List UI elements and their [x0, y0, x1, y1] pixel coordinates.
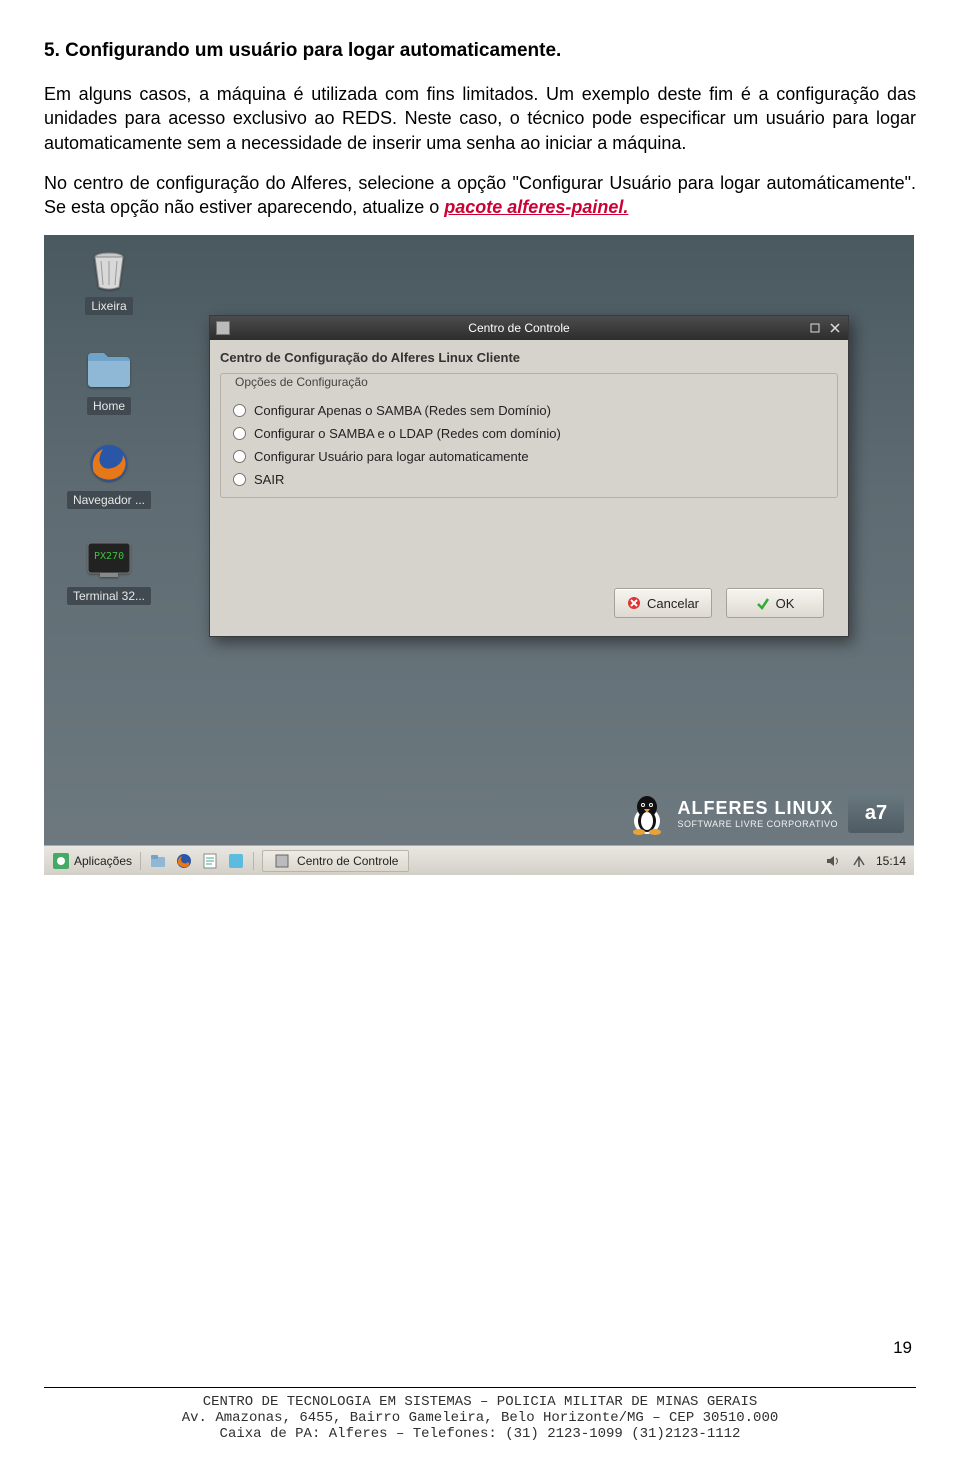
- radio-label: SAIR: [254, 472, 284, 487]
- brand-tagline: SOFTWARE LIVRE CORPORATIVO: [677, 819, 838, 829]
- desktop-icon-label: Lixeira: [85, 297, 132, 315]
- menu-label: Aplicações: [74, 854, 132, 868]
- package-link[interactable]: pacote alferes-painel.: [444, 197, 628, 217]
- folder-icon: [85, 345, 133, 393]
- control-center-window: Centro de Controle Centro de Configuraçã…: [209, 315, 849, 637]
- dialog-section-title: Centro de Configuração do Alferes Linux …: [220, 350, 838, 365]
- brand-badge: a7: [848, 793, 904, 833]
- terminal-icon: PX270: [85, 535, 133, 583]
- page-footer: CENTRO DE TECNOLOGIA EM SISTEMAS – POLIC…: [44, 1387, 916, 1442]
- taskbar: Aplicações Centro de Controle: [44, 845, 914, 875]
- desktop-icon-label: Home: [87, 397, 131, 415]
- desktop-icon-terminal[interactable]: PX270 Terminal 32...: [64, 535, 154, 605]
- cancel-button[interactable]: Cancelar: [614, 588, 712, 618]
- firefox-icon: [85, 439, 133, 487]
- radio-label: Configurar o SAMBA e o LDAP (Redes com d…: [254, 426, 561, 441]
- ok-button[interactable]: OK: [726, 588, 824, 618]
- desktop-icon-home[interactable]: Home: [64, 345, 154, 415]
- section-heading: 5. Configurando um usuário para logar au…: [44, 40, 916, 62]
- radio-icon: [233, 404, 246, 417]
- radio-icon: [233, 450, 246, 463]
- desktop-icon-trash[interactable]: Lixeira: [64, 245, 154, 315]
- footer-line-1: CENTRO DE TECNOLOGIA EM SISTEMAS – POLIC…: [44, 1387, 916, 1410]
- trash-icon: [85, 245, 133, 293]
- penguin-icon: [627, 791, 667, 835]
- cancel-icon: [627, 596, 641, 610]
- editor-tray-icon[interactable]: [201, 852, 219, 870]
- radio-icon: [233, 473, 246, 486]
- firefox-tray-icon[interactable]: [175, 852, 193, 870]
- radio-option-samba-ldap[interactable]: Configurar o SAMBA e o LDAP (Redes com d…: [233, 422, 825, 445]
- taskbar-window-button[interactable]: Centro de Controle: [262, 850, 409, 872]
- radio-option-samba[interactable]: Configurar Apenas o SAMBA (Redes sem Dom…: [233, 399, 825, 422]
- taskbar-separator: [140, 852, 141, 870]
- svg-text:PX270: PX270: [94, 551, 124, 562]
- window-titlebar[interactable]: Centro de Controle: [210, 316, 848, 340]
- radio-option-exit[interactable]: SAIR: [233, 468, 825, 491]
- close-icon[interactable]: [828, 322, 842, 334]
- ok-icon: [756, 596, 770, 610]
- app-tray-icon[interactable]: [227, 852, 245, 870]
- window-title: Centro de Controle: [236, 321, 802, 335]
- maximize-icon[interactable]: [808, 322, 822, 334]
- desktop-icon-label: Navegador ...: [67, 491, 151, 509]
- brand-name: ALFERES LINUX: [677, 798, 838, 819]
- footer-line-2: Av. Amazonas, 6455, Bairro Gameleira, Be…: [44, 1410, 916, 1426]
- footer-line-3: Caixa de PA: Alferes – Telefones: (31) 2…: [44, 1426, 916, 1442]
- paragraph-2: No centro de configuração do Alferes, se…: [44, 171, 916, 220]
- paragraph-1: Em alguns casos, a máquina é utilizada c…: [44, 82, 916, 155]
- network-icon[interactable]: [850, 852, 868, 870]
- taskbar-separator: [253, 852, 254, 870]
- frame-title: Opções de Configuração: [231, 375, 372, 389]
- window-app-icon: [216, 321, 230, 335]
- radio-label: Configurar Apenas o SAMBA (Redes sem Dom…: [254, 403, 551, 418]
- taskbar-window-label: Centro de Controle: [297, 854, 398, 868]
- applications-menu[interactable]: Aplicações: [52, 852, 132, 870]
- page-number: 19: [893, 1338, 912, 1358]
- button-label: OK: [776, 596, 795, 611]
- desktop-screenshot: Lixeira Home Navegador ...: [44, 235, 914, 875]
- volume-icon[interactable]: [824, 852, 842, 870]
- radio-icon: [233, 427, 246, 440]
- desktop-icon-browser[interactable]: Navegador ...: [64, 439, 154, 509]
- menu-icon: [52, 852, 70, 870]
- radio-option-auto-login[interactable]: Configurar Usuário para logar automatica…: [233, 445, 825, 468]
- button-label: Cancelar: [647, 596, 699, 611]
- options-frame: Opções de Configuração Configurar Apenas…: [220, 373, 838, 498]
- taskbar-clock[interactable]: 15:14: [876, 854, 906, 868]
- radio-label: Configurar Usuário para logar automatica…: [254, 449, 529, 464]
- desktop-icon-label: Terminal 32...: [67, 587, 151, 605]
- os-brand-logo: ALFERES LINUX SOFTWARE LIVRE CORPORATIVO…: [627, 791, 904, 835]
- files-tray-icon[interactable]: [149, 852, 167, 870]
- window-icon: [273, 852, 291, 870]
